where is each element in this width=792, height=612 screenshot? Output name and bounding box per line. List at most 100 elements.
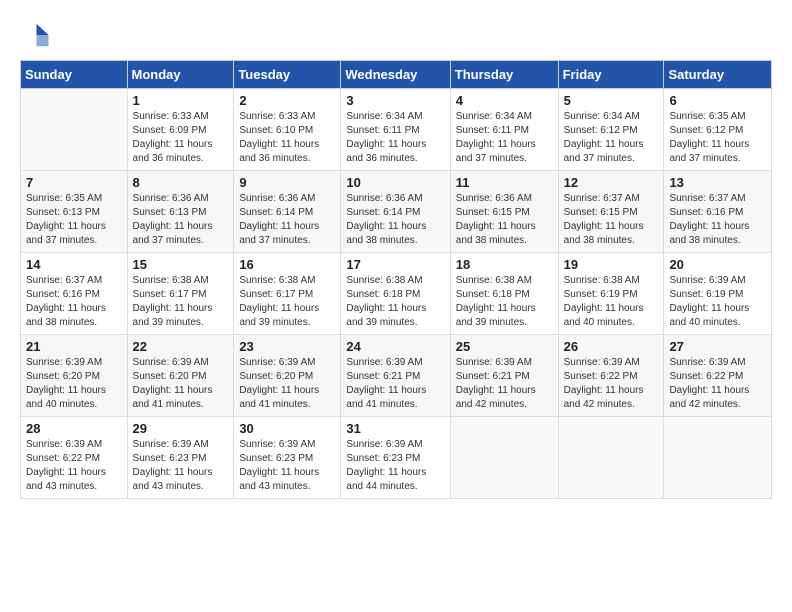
calendar-cell xyxy=(558,417,664,499)
calendar-cell: 27Sunrise: 6:39 AMSunset: 6:22 PMDayligh… xyxy=(664,335,772,417)
day-number: 26 xyxy=(564,339,659,354)
calendar-cell: 24Sunrise: 6:39 AMSunset: 6:21 PMDayligh… xyxy=(341,335,450,417)
day-info: Sunrise: 6:34 AMSunset: 6:11 PMDaylight:… xyxy=(456,110,553,166)
day-number: 13 xyxy=(669,175,766,190)
calendar-cell: 20 Sunrise: 6:39 AMSunset: 6:19 PMDayligh… xyxy=(664,253,772,335)
calendar-week-row: 14 Sunrise: 6:37 AMSunset: 6:16 PMDayligh… xyxy=(21,253,772,335)
calendar-cell: 15 Sunrise: 6:38 AMSunset: 6:17 PMDayligh… xyxy=(127,253,234,335)
day-info: Sunrise: 6:37 AMSunset: 6:16 PMDaylight:… xyxy=(669,192,766,248)
day-number: 30 xyxy=(239,421,335,436)
day-info: Sunrise: 6:38 AMSunset: 6:17 PMDaylight:… xyxy=(133,274,229,330)
calendar-cell: 1 Sunrise: 6:33 AMSunset: 6:09 PMDaylight… xyxy=(127,89,234,171)
day-number: 18 xyxy=(456,257,553,272)
day-number: 11 xyxy=(456,175,553,190)
day-number: 10 xyxy=(346,175,444,190)
day-info: Sunrise: 6:39 AMSunset: 6:20 PMDaylight:… xyxy=(239,356,335,412)
day-info: Sunrise: 6:36 AMSunset: 6:15 PMDaylight:… xyxy=(456,192,553,248)
day-info: Sunrise: 6:36 AMSunset: 6:14 PMDaylight:… xyxy=(346,192,444,248)
calendar-cell: 18 Sunrise: 6:38 AMSunset: 6:18 PMDayligh… xyxy=(450,253,558,335)
calendar-cell: 21 Sunrise: 6:39 AMSunset: 6:20 PMDayligh… xyxy=(21,335,128,417)
day-number: 7 xyxy=(26,175,122,190)
day-number: 31 xyxy=(346,421,444,436)
day-info: Sunrise: 6:38 AMSunset: 6:18 PMDaylight:… xyxy=(456,274,553,330)
day-info: Sunrise: 6:37 AMSunset: 6:16 PMDaylight:… xyxy=(26,274,122,330)
calendar-cell: 22Sunrise: 6:39 AMSunset: 6:20 PMDayligh… xyxy=(127,335,234,417)
day-number: 19 xyxy=(564,257,659,272)
calendar-cell: 3 Sunrise: 6:34 AMSunset: 6:11 PMDaylight… xyxy=(341,89,450,171)
calendar-cell: 26 Sunrise: 6:39 AMSunset: 6:22 PMDayligh… xyxy=(558,335,664,417)
day-info: Sunrise: 6:39 AMSunset: 6:23 PMDaylight:… xyxy=(133,438,229,494)
day-info: Sunrise: 6:33 AMSunset: 6:09 PMDaylight:… xyxy=(133,110,229,166)
calendar-cell: 30 Sunrise: 6:39 AMSunset: 6:23 PMDayligh… xyxy=(234,417,341,499)
calendar-cell: 16Sunrise: 6:38 AMSunset: 6:17 PMDayligh… xyxy=(234,253,341,335)
day-number: 15 xyxy=(133,257,229,272)
day-number: 2 xyxy=(239,93,335,108)
day-info: Sunrise: 6:33 AMSunset: 6:10 PMDaylight:… xyxy=(239,110,335,166)
calendar-cell: 23 Sunrise: 6:39 AMSunset: 6:20 PMDayligh… xyxy=(234,335,341,417)
calendar-cell: 28Sunrise: 6:39 AMSunset: 6:22 PMDayligh… xyxy=(21,417,128,499)
day-info: Sunrise: 6:39 AMSunset: 6:19 PMDaylight:… xyxy=(669,274,766,330)
day-number: 16 xyxy=(239,257,335,272)
day-number: 3 xyxy=(346,93,444,108)
day-info: Sunrise: 6:39 AMSunset: 6:20 PMDaylight:… xyxy=(26,356,122,412)
day-number: 20 xyxy=(669,257,766,272)
day-number: 21 xyxy=(26,339,122,354)
calendar-cell: 13 Sunrise: 6:37 AMSunset: 6:16 PMDayligh… xyxy=(664,171,772,253)
day-number: 4 xyxy=(456,93,553,108)
day-number: 9 xyxy=(239,175,335,190)
calendar-cell: 4 Sunrise: 6:34 AMSunset: 6:11 PMDaylight… xyxy=(450,89,558,171)
day-number: 6 xyxy=(669,93,766,108)
calendar-week-row: 21 Sunrise: 6:39 AMSunset: 6:20 PMDayligh… xyxy=(21,335,772,417)
calendar-week-row: 28Sunrise: 6:39 AMSunset: 6:22 PMDayligh… xyxy=(21,417,772,499)
calendar-cell xyxy=(450,417,558,499)
calendar-cell: 10 Sunrise: 6:36 AMSunset: 6:14 PMDayligh… xyxy=(341,171,450,253)
calendar-header: SundayMondayTuesdayWednesdayThursdayFrid… xyxy=(21,61,772,89)
day-info: Sunrise: 6:35 AMSunset: 6:13 PMDaylight:… xyxy=(26,192,122,248)
day-info: Sunrise: 6:39 AMSunset: 6:23 PMDaylight:… xyxy=(346,438,444,494)
day-number: 17 xyxy=(346,257,444,272)
day-number: 25 xyxy=(456,339,553,354)
day-number: 5 xyxy=(564,93,659,108)
day-info: Sunrise: 6:39 AMSunset: 6:22 PMDaylight:… xyxy=(564,356,659,412)
day-number: 8 xyxy=(133,175,229,190)
calendar-cell: 5 Sunrise: 6:34 AMSunset: 6:12 PMDaylight… xyxy=(558,89,664,171)
calendar-cell: 8Sunrise: 6:36 AMSunset: 6:13 PMDaylight… xyxy=(127,171,234,253)
day-info: Sunrise: 6:34 AMSunset: 6:12 PMDaylight:… xyxy=(564,110,659,166)
calendar-cell: 2 Sunrise: 6:33 AMSunset: 6:10 PMDaylight… xyxy=(234,89,341,171)
calendar-cell: 11 Sunrise: 6:36 AMSunset: 6:15 PMDayligh… xyxy=(450,171,558,253)
calendar-cell xyxy=(21,89,128,171)
calendar-week-row: 1 Sunrise: 6:33 AMSunset: 6:09 PMDaylight… xyxy=(21,89,772,171)
calendar-body: 1 Sunrise: 6:33 AMSunset: 6:09 PMDaylight… xyxy=(21,89,772,499)
calendar-cell: 19 Sunrise: 6:38 AMSunset: 6:19 PMDayligh… xyxy=(558,253,664,335)
day-info: Sunrise: 6:39 AMSunset: 6:22 PMDaylight:… xyxy=(26,438,122,494)
logo xyxy=(20,20,55,50)
calendar-week-row: 7 Sunrise: 6:35 AMSunset: 6:13 PMDaylight… xyxy=(21,171,772,253)
calendar-cell: 17 Sunrise: 6:38 AMSunset: 6:18 PMDayligh… xyxy=(341,253,450,335)
calendar-cell: 14 Sunrise: 6:37 AMSunset: 6:16 PMDayligh… xyxy=(21,253,128,335)
day-info: Sunrise: 6:38 AMSunset: 6:18 PMDaylight:… xyxy=(346,274,444,330)
calendar-cell: 9 Sunrise: 6:36 AMSunset: 6:14 PMDaylight… xyxy=(234,171,341,253)
column-header-wednesday: Wednesday xyxy=(341,61,450,89)
day-info: Sunrise: 6:39 AMSunset: 6:21 PMDaylight:… xyxy=(456,356,553,412)
day-info: Sunrise: 6:39 AMSunset: 6:21 PMDaylight:… xyxy=(346,356,444,412)
day-number: 14 xyxy=(26,257,122,272)
calendar-cell: 7 Sunrise: 6:35 AMSunset: 6:13 PMDaylight… xyxy=(21,171,128,253)
day-info: Sunrise: 6:38 AMSunset: 6:19 PMDaylight:… xyxy=(564,274,659,330)
calendar-cell xyxy=(664,417,772,499)
day-number: 1 xyxy=(133,93,229,108)
day-info: Sunrise: 6:35 AMSunset: 6:12 PMDaylight:… xyxy=(669,110,766,166)
day-number: 22 xyxy=(133,339,229,354)
header-row: SundayMondayTuesdayWednesdayThursdayFrid… xyxy=(21,61,772,89)
calendar-cell: 25 Sunrise: 6:39 AMSunset: 6:21 PMDayligh… xyxy=(450,335,558,417)
day-info: Sunrise: 6:39 AMSunset: 6:22 PMDaylight:… xyxy=(669,356,766,412)
column-header-monday: Monday xyxy=(127,61,234,89)
day-info: Sunrise: 6:39 AMSunset: 6:23 PMDaylight:… xyxy=(239,438,335,494)
day-info: Sunrise: 6:34 AMSunset: 6:11 PMDaylight:… xyxy=(346,110,444,166)
day-number: 12 xyxy=(564,175,659,190)
column-header-sunday: Sunday xyxy=(21,61,128,89)
calendar-table: SundayMondayTuesdayWednesdayThursdayFrid… xyxy=(20,60,772,499)
day-number: 23 xyxy=(239,339,335,354)
page-header xyxy=(20,20,772,50)
day-info: Sunrise: 6:36 AMSunset: 6:14 PMDaylight:… xyxy=(239,192,335,248)
calendar-cell: 31 Sunrise: 6:39 AMSunset: 6:23 PMDayligh… xyxy=(341,417,450,499)
